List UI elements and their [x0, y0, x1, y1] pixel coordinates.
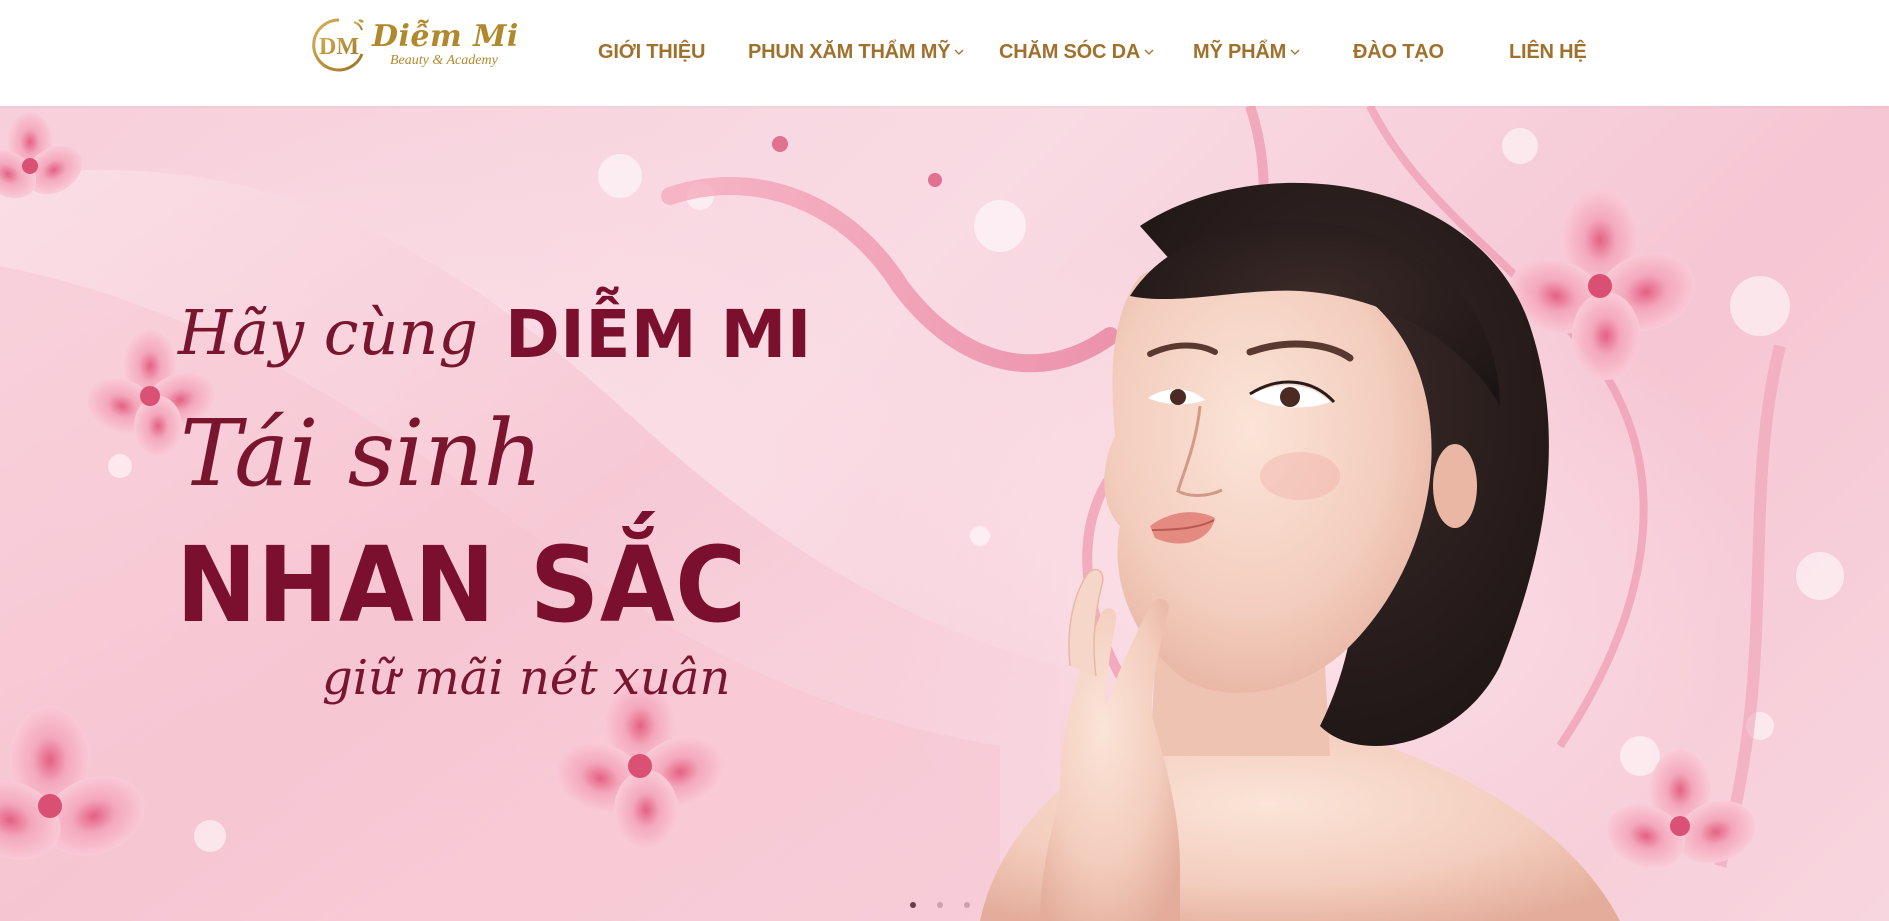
nav-item-phun-xam-tham-my[interactable]: PHUN XĂM THẨM MỸ — [748, 40, 964, 64]
hero-line3-bold: NHAN SẮC — [176, 524, 747, 646]
nav-item-cham-soc-da[interactable]: CHĂM SÓC DA — [999, 40, 1154, 64]
brand-tagline: Beauty & Academy — [390, 53, 498, 68]
hero-headline: Hãy cùng DIỄM MI Tái sinh NHAN SẮC giữ m… — [0, 106, 1889, 921]
nav-item-label: PHUN XĂM THẨM MỸ — [748, 40, 951, 63]
nav-item-lien-he[interactable]: LIÊN HỆ — [1509, 40, 1587, 64]
slider-dot[interactable] — [937, 902, 943, 908]
site-header: DM Diễm Mi Beauty & Academy GIỚI THIỆU P… — [0, 0, 1889, 106]
logo-monogram-icon: DM — [310, 16, 368, 74]
slider-pagination — [910, 902, 970, 908]
logo-wordmark: Diễm Mi Beauty & Academy — [372, 22, 519, 68]
nav-item-label: LIÊN HỆ — [1509, 40, 1587, 63]
brand-logo[interactable]: DM Diễm Mi Beauty & Academy — [310, 12, 550, 78]
nav-item-label: CHĂM SÓC DA — [999, 40, 1141, 63]
chevron-down-icon — [954, 47, 964, 57]
hero-slider[interactable]: Hãy cùng DIỄM MI Tái sinh NHAN SẮC giữ m… — [0, 106, 1889, 921]
nav-item-label: GIỚI THIỆU — [598, 40, 706, 63]
chevron-down-icon — [1290, 47, 1300, 57]
svg-text:DM: DM — [319, 34, 359, 60]
slider-dot[interactable] — [910, 902, 916, 908]
nav-item-label: MỸ PHẨM — [1193, 40, 1287, 63]
nav-item-label: ĐÀO TẠO — [1353, 40, 1444, 63]
hero-line2-script: Tái sinh — [180, 400, 543, 507]
slider-dot[interactable] — [964, 902, 970, 908]
nav-item-gioi-thieu[interactable]: GIỚI THIỆU — [598, 40, 705, 64]
hero-line1-brand: DIỄM MI — [505, 296, 812, 373]
brand-name: Diễm Mi — [372, 19, 519, 54]
hero-line4-script: giữ mãi nét xuân — [322, 650, 731, 706]
hero-line1-script: Hãy cùng — [178, 296, 479, 369]
chevron-down-icon — [1144, 47, 1154, 57]
nav-item-dao-tao[interactable]: ĐÀO TẠO — [1353, 40, 1444, 64]
nav-item-my-pham[interactable]: MỸ PHẨM — [1193, 40, 1300, 64]
